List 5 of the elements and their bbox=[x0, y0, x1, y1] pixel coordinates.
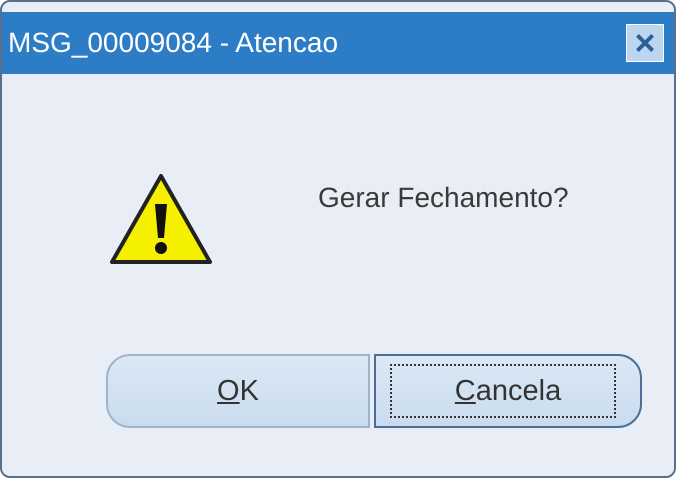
window-title: MSG_00009084 - Atencao bbox=[8, 27, 338, 59]
ok-button[interactable]: OK bbox=[106, 354, 370, 428]
message-text: Gerar Fechamento? bbox=[318, 182, 569, 214]
cancel-button[interactable]: Cancela bbox=[374, 354, 642, 428]
close-button[interactable]: × bbox=[626, 24, 664, 62]
